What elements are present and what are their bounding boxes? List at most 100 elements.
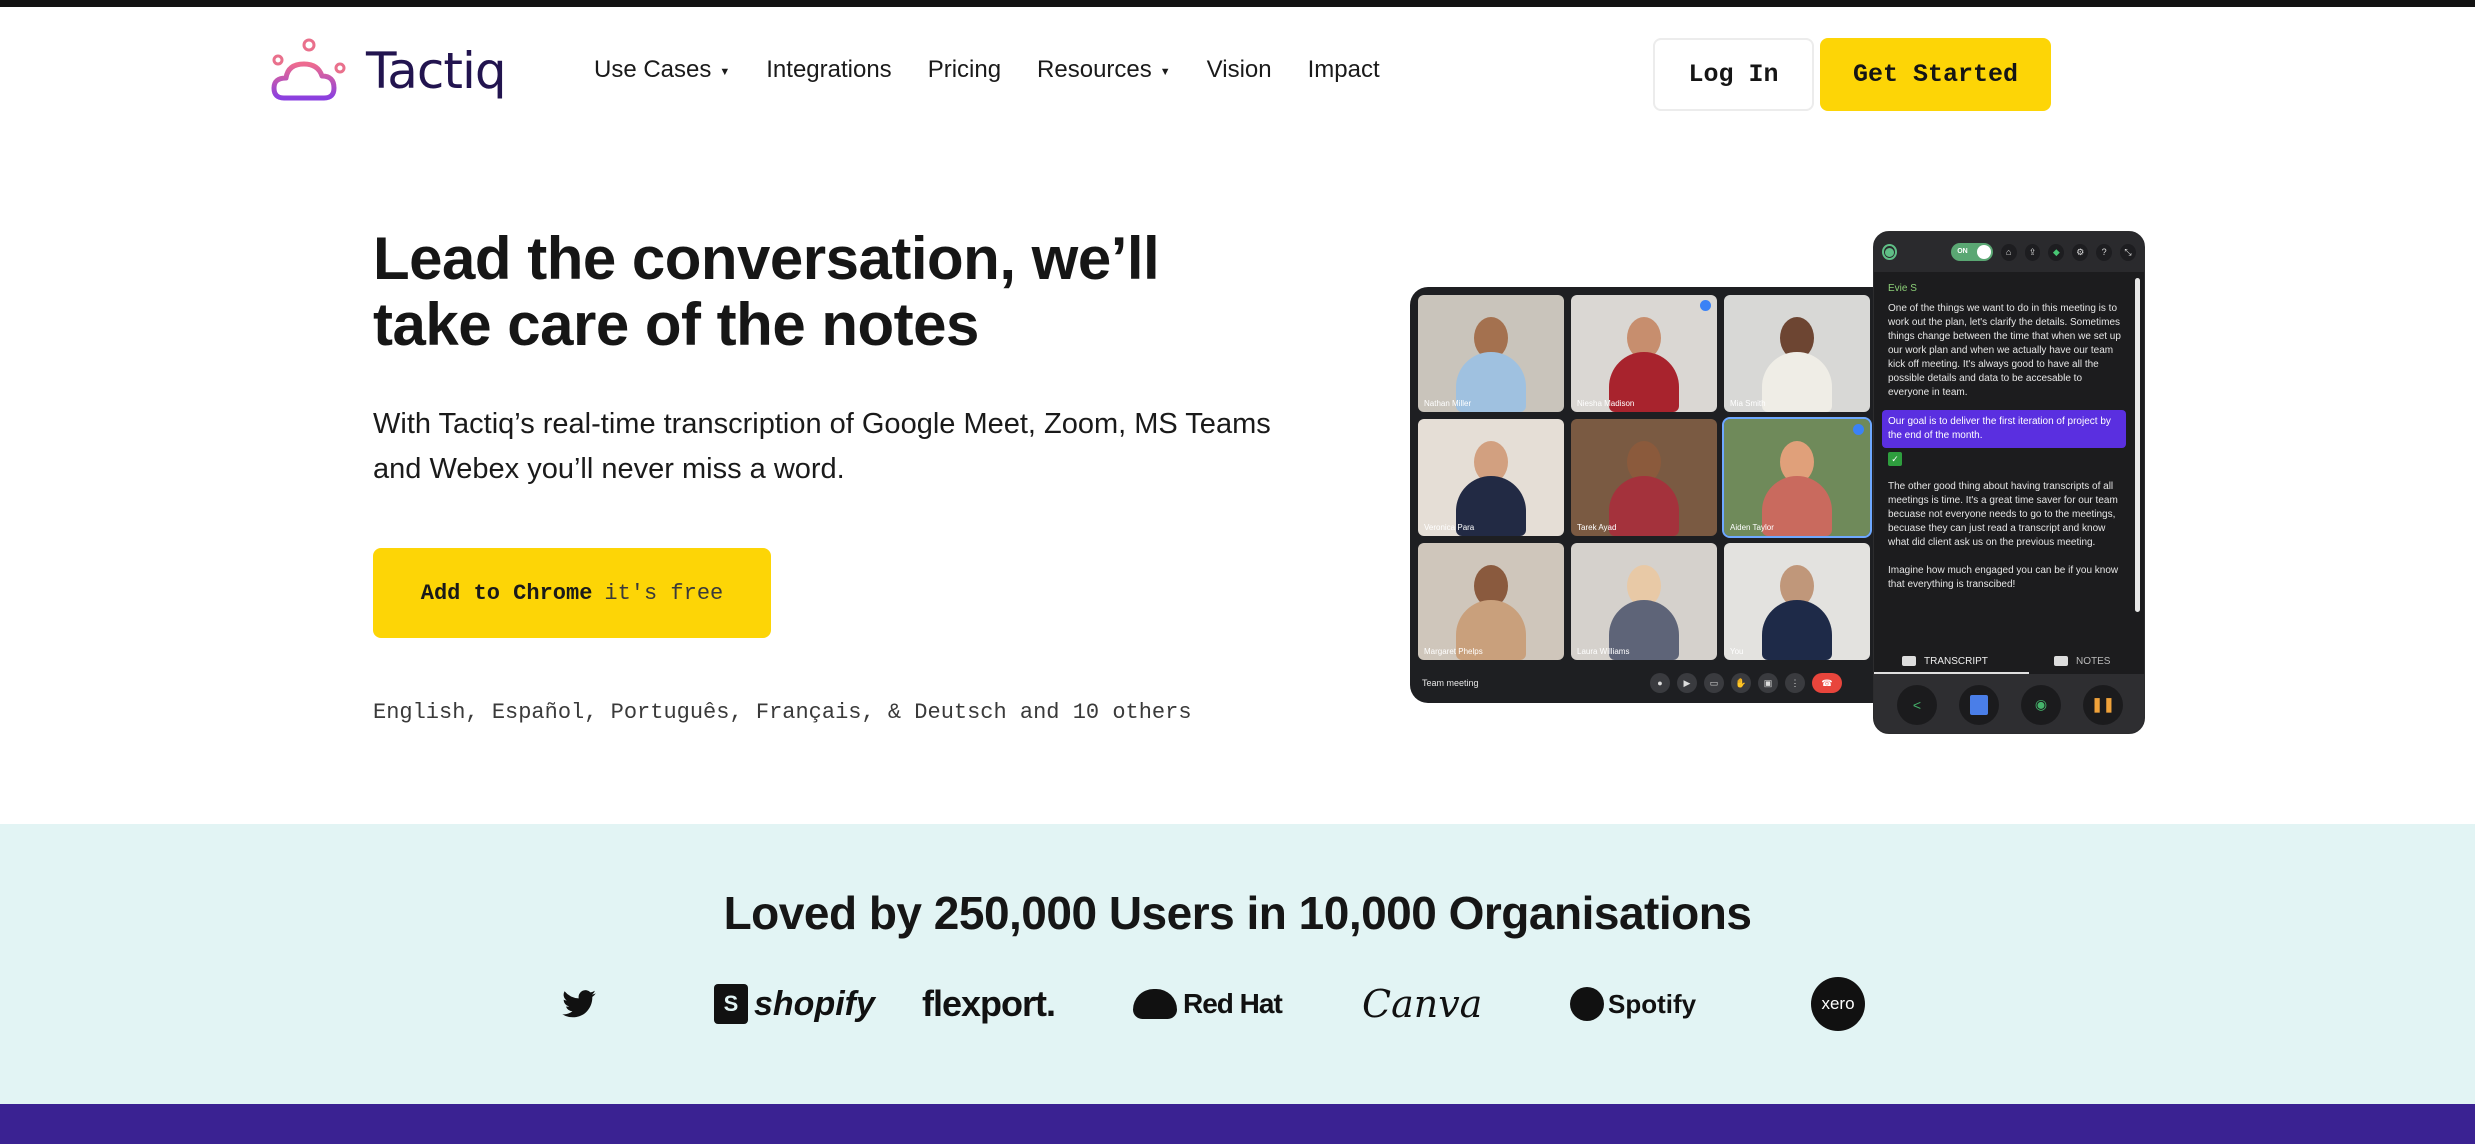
- main-nav: Use Cases ▼ Integrations Pricing Resource…: [594, 56, 1416, 84]
- speaking-icon: [1853, 424, 1864, 435]
- languages-text: English, Español, Português, Français, &…: [373, 700, 1192, 725]
- logo-text: Red Hat: [1183, 988, 1283, 1019]
- participant-tile-active: Aiden Taylor: [1722, 417, 1872, 538]
- tactiq-panel: ON ⌂ ⇪ ◆ ⚙ ? ⤡ Evie S One of the things …: [1873, 231, 2145, 734]
- end-call-icon[interactable]: ☎: [1812, 673, 1842, 693]
- recording-icon[interactable]: [1882, 244, 1898, 260]
- twitter-bird-icon: [562, 990, 596, 1018]
- participant-name: Aiden Taylor: [1730, 523, 1774, 532]
- add-to-chrome-button[interactable]: Add to Chrome it's free: [373, 548, 771, 638]
- tab-notes[interactable]: NOTES: [2054, 656, 2110, 667]
- gear-icon[interactable]: ⚙: [2072, 243, 2089, 261]
- captions-icon[interactable]: ▭: [1704, 673, 1724, 693]
- present-icon[interactable]: ▣: [1758, 673, 1778, 693]
- hero-subtitle: With Tactiq’s real-time transcription of…: [373, 408, 1271, 485]
- document-icon: [1970, 694, 1988, 715]
- collapse-icon[interactable]: ⤡: [2120, 243, 2136, 261]
- nav-use-cases[interactable]: Use Cases ▼: [594, 56, 730, 84]
- meeting-controls-bar: Team meeting ● ▶ ▭ ✋ ▣ ⋮ ☎: [1410, 663, 1880, 703]
- participant-tile: Niesha Madison: [1571, 295, 1717, 412]
- flexport-logo: flexport.: [922, 983, 1056, 1024]
- logo-text: shopify: [754, 984, 875, 1023]
- participant-tile: Nathan Miller: [1418, 295, 1564, 412]
- canva-logo: Canva: [1362, 982, 1483, 1026]
- transcript-paragraph: One of the things we want to do in this …: [1888, 303, 2121, 398]
- panel-toolbar: ON ⌂ ⇪ ◆ ⚙ ? ⤡: [1874, 232, 2144, 272]
- speaking-icon: [1700, 300, 1711, 311]
- share-icon[interactable]: <: [1897, 684, 1937, 725]
- logo-text: Tactiq: [366, 42, 507, 100]
- shield-icon[interactable]: ◆: [2048, 243, 2065, 261]
- spotify-logo: Spotify: [1570, 974, 1696, 1034]
- pause-icon[interactable]: ❚❚: [2083, 684, 2123, 725]
- mic-icon[interactable]: ●: [1650, 673, 1670, 693]
- participant-tile: Laura Williams: [1571, 543, 1717, 660]
- upload-icon[interactable]: ⇪: [2024, 243, 2041, 261]
- speaker-name: Evie S: [1888, 283, 1917, 294]
- tactiq-logo[interactable]: Tactiq: [270, 38, 507, 104]
- nav-vision[interactable]: Vision: [1207, 56, 1272, 84]
- participant-tile: Veronica Para: [1418, 419, 1564, 536]
- caret-down-icon: ▼: [1159, 65, 1171, 78]
- spotify-icon: [1570, 987, 1604, 1021]
- transcript-body: Evie S One of the things we want to do i…: [1874, 273, 2136, 651]
- camera-icon[interactable]: ▶: [1677, 673, 1697, 693]
- shopify-bag-icon: S: [714, 984, 748, 1024]
- participant-name: Veronica Para: [1424, 523, 1475, 532]
- nav-label: Integrations: [766, 56, 892, 83]
- social-proof-title: Loved by 250,000 Users in 10,000 Organis…: [723, 887, 1752, 939]
- participant-name: Nathan Miller: [1424, 399, 1472, 408]
- google-docs-button[interactable]: [1959, 684, 1999, 725]
- cloud-logo-icon: [271, 38, 346, 101]
- nav-resources[interactable]: Resources ▼: [1037, 56, 1171, 84]
- browser-top-bar: [0, 0, 2475, 7]
- panel-footer: < ◉ ❚❚: [1874, 674, 2144, 733]
- cta-light-text: it's free: [604, 580, 724, 606]
- screenshot-camera-icon[interactable]: ◉: [2021, 684, 2061, 725]
- help-icon[interactable]: ?: [2096, 243, 2113, 261]
- tab-transcript[interactable]: TRANSCRIPT: [1902, 656, 2032, 667]
- transcript-icon: [1902, 656, 1916, 666]
- panel-tabs: TRANSCRIPT NOTES: [1874, 650, 2144, 672]
- logo-text: Spotify: [1608, 988, 1697, 1019]
- participant-tile: Tarek Ayad: [1571, 419, 1717, 536]
- nav-label: Pricing: [927, 56, 1002, 83]
- login-button[interactable]: Log In: [1653, 38, 1814, 111]
- nav-label: Impact: [1307, 56, 1380, 83]
- redhat-logo: Red Hat: [1133, 974, 1283, 1034]
- get-started-button[interactable]: Get Started: [1820, 38, 2051, 111]
- nav-pricing[interactable]: Pricing: [928, 56, 1001, 84]
- participant-tile: Mia Smith: [1724, 295, 1870, 412]
- participant-name: Tarek Ayad: [1577, 523, 1617, 532]
- transcript-paragraph: The other good thing about having transc…: [1888, 481, 2118, 548]
- home-icon[interactable]: ⌂: [2000, 243, 2017, 261]
- next-section-band: [0, 1104, 2475, 1144]
- participant-tile: Margaret Phelps: [1418, 543, 1564, 660]
- participant-name: Mia Smith: [1730, 399, 1766, 408]
- xero-logo: xero: [1811, 974, 1865, 1034]
- logo-text: xero: [1811, 977, 1865, 1031]
- shopify-logo: Sshopify: [714, 974, 875, 1034]
- nav-integrations[interactable]: Integrations: [766, 56, 891, 84]
- raise-hand-icon[interactable]: ✋: [1731, 673, 1751, 693]
- checkmark-icon: ✓: [1888, 452, 1902, 466]
- participant-name: Margaret Phelps: [1424, 647, 1483, 656]
- nav-label: Vision: [1206, 56, 1272, 83]
- nav-impact[interactable]: Impact: [1308, 56, 1380, 84]
- red-hat-icon: [1133, 989, 1177, 1019]
- participant-name: You: [1730, 647, 1744, 656]
- nav-label: Resources: [1037, 56, 1152, 83]
- participant-name: Niesha Madison: [1577, 399, 1635, 408]
- highlighted-transcript[interactable]: Our goal is to deliver the first iterati…: [1882, 410, 2126, 448]
- social-proof-section: Loved by 250,000 Users in 10,000 Organis…: [0, 824, 2475, 1104]
- on-toggle[interactable]: ON: [1951, 243, 1993, 261]
- meeting-mockup: Nathan Miller Niesha Madison Mia Smith V…: [1410, 287, 1880, 703]
- participant-name: Laura Williams: [1577, 647, 1630, 656]
- transcript-scrollbar[interactable]: [2135, 278, 2140, 612]
- customer-logos: Sshopify flexport. Red Hat Canva Spotify…: [0, 974, 2475, 1034]
- more-icon[interactable]: ⋮: [1785, 673, 1805, 693]
- twitter-logo: [562, 974, 596, 1034]
- caret-down-icon: ▼: [719, 65, 731, 78]
- tab-label: TRANSCRIPT: [1924, 655, 1988, 667]
- participant-grid: Nathan Miller Niesha Madison Mia Smith V…: [1418, 295, 1878, 660]
